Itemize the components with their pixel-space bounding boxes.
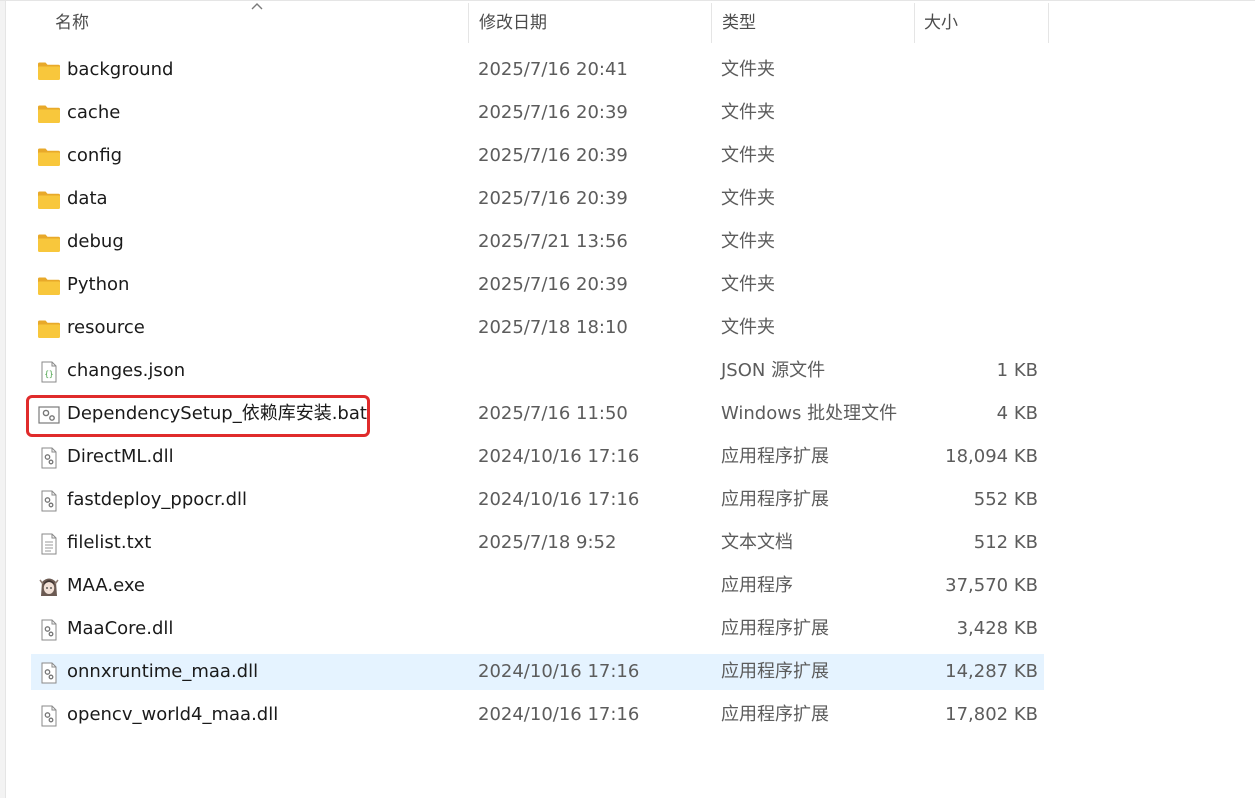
- svg-text:{}: {}: [44, 370, 53, 379]
- file-size: 512 KB: [973, 532, 1038, 553]
- column-header-size[interactable]: 大小: [914, 1, 1048, 45]
- file-row[interactable]: cache 2025/7/16 20:39 文件夹: [31, 95, 1044, 131]
- file-name: debug: [67, 231, 124, 252]
- file-modified-date: 2025/7/16 20:39: [478, 145, 628, 166]
- file-type: 文件夹: [721, 59, 775, 80]
- file-type: 应用程序扩展: [721, 661, 829, 682]
- file-size: 4 KB: [996, 403, 1038, 424]
- file-size: 18,094 KB: [945, 446, 1038, 467]
- file-name: data: [67, 188, 108, 209]
- folder-icon: [37, 103, 61, 125]
- folder-icon: [37, 189, 61, 211]
- column-header-bar: 名称 修改日期 类型 大小: [0, 0, 1255, 45]
- file-modified-date: 2025/7/16 20:39: [478, 274, 628, 295]
- file-modified-date: 2025/7/16 20:41: [478, 59, 628, 80]
- dll-file-icon: [37, 619, 61, 641]
- folder-icon: [37, 232, 61, 254]
- column-header-type[interactable]: 类型: [712, 1, 912, 45]
- file-type: 文件夹: [721, 231, 775, 252]
- annotation-highlight-box: [26, 395, 370, 437]
- file-size: 17,802 KB: [945, 704, 1038, 725]
- file-name: filelist.txt: [67, 532, 152, 553]
- file-size: 14,287 KB: [945, 661, 1038, 682]
- dll-file-icon: [37, 447, 61, 469]
- file-row[interactable]: debug 2025/7/21 13:56 文件夹: [31, 224, 1044, 260]
- file-name: MaaCore.dll: [67, 618, 174, 639]
- file-type: 文件夹: [721, 317, 775, 338]
- file-size: 552 KB: [973, 489, 1038, 510]
- navigation-pane-edge: [0, 0, 6, 798]
- file-name: DirectML.dll: [67, 446, 174, 467]
- json-file-icon: {}: [37, 361, 61, 383]
- file-modified-date: 2025/7/16 11:50: [478, 403, 628, 424]
- file-name: cache: [67, 102, 121, 123]
- file-modified-date: 2025/7/18 9:52: [478, 532, 617, 553]
- column-header-name[interactable]: 名称: [45, 1, 465, 45]
- file-row[interactable]: fastdeploy_ppocr.dll 2024/10/16 17:16 应用程序…: [31, 482, 1044, 518]
- column-divider[interactable]: [1048, 3, 1049, 43]
- file-name: resource: [67, 317, 145, 338]
- file-row[interactable]: MAA.exe 应用程序 37,570 KB: [31, 568, 1044, 604]
- file-modified-date: 2025/7/16 20:39: [478, 102, 628, 123]
- file-row[interactable]: background 2025/7/16 20:41 文件夹: [31, 52, 1044, 88]
- file-type: 文件夹: [721, 188, 775, 209]
- file-type: 应用程序扩展: [721, 489, 829, 510]
- file-name: opencv_world4_maa.dll: [67, 704, 279, 725]
- file-modified-date: 2025/7/18 18:10: [478, 317, 628, 338]
- file-type: 文件夹: [721, 102, 775, 123]
- maa-app-icon: [37, 576, 61, 598]
- file-type: 文件夹: [721, 145, 775, 166]
- file-name: config: [67, 145, 123, 166]
- file-type: 文本文档: [721, 532, 793, 553]
- file-type: 应用程序扩展: [721, 446, 829, 467]
- dll-file-icon: [37, 490, 61, 512]
- file-row[interactable]: config 2025/7/16 20:39 文件夹: [31, 138, 1044, 174]
- file-size: 37,570 KB: [945, 575, 1038, 596]
- folder-icon: [37, 60, 61, 82]
- file-row[interactable]: opencv_world4_maa.dll 2024/10/16 17:16 应用程…: [31, 697, 1044, 733]
- file-row[interactable]: MaaCore.dll 应用程序扩展 3,428 KB: [31, 611, 1044, 647]
- folder-icon: [37, 275, 61, 297]
- file-name: fastdeploy_ppocr.dll: [67, 489, 248, 510]
- file-modified-date: 2024/10/16 17:16: [478, 704, 640, 725]
- text-file-icon: [37, 533, 61, 555]
- file-modified-date: 2024/10/16 17:16: [478, 446, 640, 467]
- file-name: onnxruntime_maa.dll: [67, 661, 259, 682]
- file-type: JSON 源文件: [721, 360, 826, 381]
- file-type: 应用程序扩展: [721, 704, 829, 725]
- file-row[interactable]: data 2025/7/16 20:39 文件夹: [31, 181, 1044, 217]
- dll-file-icon: [37, 662, 61, 684]
- file-row[interactable]: resource 2025/7/18 18:10 文件夹: [31, 310, 1044, 346]
- file-row[interactable]: filelist.txt 2025/7/18 9:52 文本文档 512 KB: [31, 525, 1044, 561]
- file-row[interactable]: Python 2025/7/16 20:39 文件夹: [31, 267, 1044, 303]
- file-name: background: [67, 59, 174, 80]
- file-size: 3,428 KB: [956, 618, 1038, 639]
- file-type: 应用程序扩展: [721, 618, 829, 639]
- file-type: 文件夹: [721, 274, 775, 295]
- file-row[interactable]: {} changes.json JSON 源文件 1 KB: [31, 353, 1044, 389]
- file-modified-date: 2025/7/16 20:39: [478, 188, 628, 209]
- file-modified-date: 2024/10/16 17:16: [478, 661, 640, 682]
- file-row[interactable]: onnxruntime_maa.dll 2024/10/16 17:16 应用程序扩…: [31, 654, 1044, 690]
- file-name: MAA.exe: [67, 575, 145, 596]
- file-row[interactable]: DirectML.dll 2024/10/16 17:16 应用程序扩展 18,094…: [31, 439, 1044, 475]
- file-name: Python: [67, 274, 130, 295]
- file-size: 1 KB: [996, 360, 1038, 381]
- dll-file-icon: [37, 705, 61, 727]
- file-modified-date: 2024/10/16 17:16: [478, 489, 640, 510]
- file-type: Windows 批处理文件: [721, 403, 898, 424]
- folder-icon: [37, 146, 61, 168]
- file-type: 应用程序: [721, 575, 793, 596]
- file-modified-date: 2025/7/21 13:56: [478, 231, 628, 252]
- column-header-date[interactable]: 修改日期: [469, 1, 709, 45]
- file-name: changes.json: [67, 360, 186, 381]
- folder-icon: [37, 318, 61, 340]
